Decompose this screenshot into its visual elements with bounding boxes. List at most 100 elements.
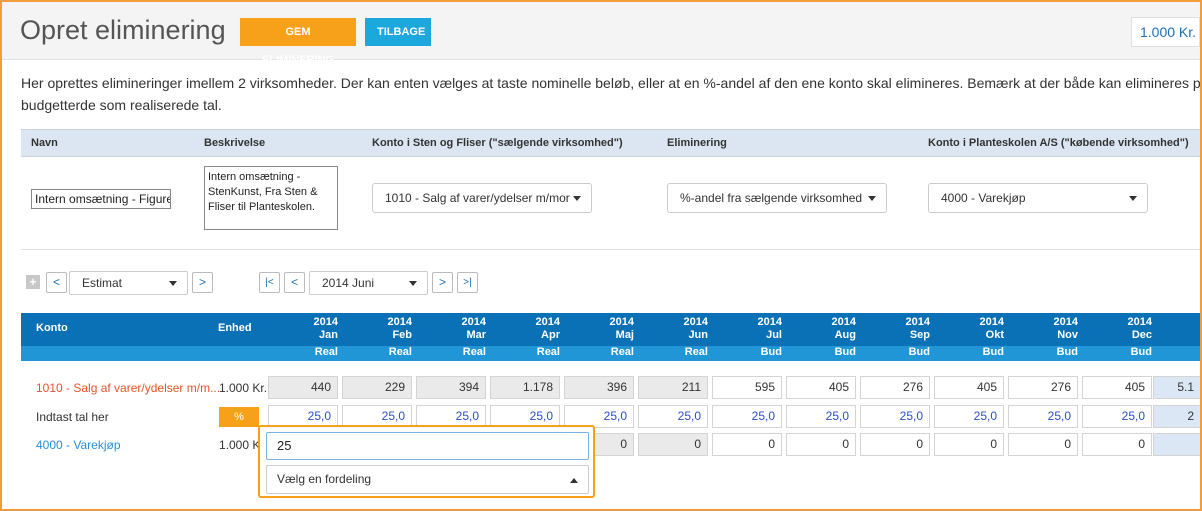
elimination-select[interactable]: %-andel fra sælgende virksomhed <box>667 183 887 213</box>
value-cell: 396 <box>564 376 634 399</box>
value-cell[interactable]: 0 <box>934 433 1004 456</box>
value-cell[interactable]: 25,0 <box>786 405 856 428</box>
period-value: 2014 Juni <box>322 276 375 290</box>
save-elimination-button[interactable]: GEM ELIMINERING <box>240 18 356 66</box>
period-prev-button[interactable]: < <box>284 272 305 293</box>
column-month: Nov <box>1057 329 1078 341</box>
column-type: Real <box>610 346 634 358</box>
distribution-select[interactable]: Vælg en fordeling <box>266 465 589 494</box>
value-cell[interactable] <box>1153 433 1200 456</box>
scenario-select[interactable]: Estimat <box>69 271 188 295</box>
value-cell[interactable]: 0 <box>786 433 856 456</box>
page-header: Opret eliminering GEM ELIMINERING TILBAG… <box>2 2 1200 66</box>
column-year: 2 <box>1153 316 1200 329</box>
column-year: 2014 <box>683 316 708 328</box>
value-cell[interactable]: 25,0 <box>1008 405 1078 428</box>
row-unit: 1.000 Kr. <box>219 381 268 395</box>
buyer-account-value: 4000 - Varekjøp <box>941 191 1026 205</box>
page-title: Opret eliminering <box>20 15 226 45</box>
column-year: 2014 <box>535 316 560 328</box>
popup-value-input[interactable]: 25 <box>266 432 589 460</box>
name-input[interactable]: Intern omsætning - Figurer <box>31 189 171 209</box>
column-type: Bud <box>982 346 1004 358</box>
value-cell[interactable]: 0 <box>1082 433 1152 456</box>
month-column-header: 2014 Jan Real <box>268 316 338 359</box>
chevron-down-icon <box>409 281 417 286</box>
month-column-header: 2014 Mar Real <box>416 316 486 359</box>
konto-column-header: Konto <box>36 322 68 334</box>
scenario-next-button[interactable]: > <box>192 272 213 293</box>
elimination-value: %-andel fra sælgende virksomhed <box>680 191 863 205</box>
value-cell[interactable]: 405 <box>786 376 856 399</box>
value-cell: 440 <box>268 376 338 399</box>
value-cell[interactable]: 276 <box>1008 376 1078 399</box>
period-next-button[interactable]: > <box>432 272 453 293</box>
month-column-header: 2014 Feb Real <box>342 316 412 359</box>
expand-plus-icon[interactable]: + <box>26 275 40 289</box>
month-column-header: 2014 Maj Real <box>564 316 634 359</box>
column-type: Bud <box>1130 346 1152 358</box>
seller-account-select[interactable]: 1010 - Salg af varer/ydelser m/mor <box>372 183 592 213</box>
seller-account-value: 1010 - Salg af varer/ydelser m/mor <box>385 191 570 205</box>
currency-unit-badge[interactable]: 1.000 Kr. <box>1131 17 1200 47</box>
month-column-header: 2S Est <box>1153 316 1200 359</box>
value-cell[interactable]: 0 <box>712 433 782 456</box>
column-year: 2014 <box>831 316 856 328</box>
row-account-link[interactable]: 4000 - Varekjøp <box>36 438 121 452</box>
column-month: Maj <box>615 329 634 341</box>
buyer-account-select[interactable]: 4000 - Varekjøp <box>928 183 1148 213</box>
column-year: 2014 <box>609 316 634 328</box>
month-column-header: 2014 Sep Bud <box>860 316 930 359</box>
value-entry-popup: 25 Vælg en fordeling <box>258 425 595 498</box>
column-month: Jun <box>688 329 708 341</box>
value-cell[interactable]: 25,0 <box>712 405 782 428</box>
distribution-value: Vælg en fordeling <box>277 472 372 486</box>
column-year: 2014 <box>1127 316 1152 328</box>
value-cell[interactable]: 405 <box>1082 376 1152 399</box>
period-last-button[interactable]: >| <box>457 272 478 293</box>
back-button[interactable]: TILBAGE <box>365 18 431 46</box>
month-column-header: 2014 Nov Bud <box>1008 316 1078 359</box>
column-year: 2014 <box>387 316 412 328</box>
value-cell[interactable]: 2 <box>1153 405 1200 428</box>
percent-unit-button[interactable]: % <box>219 407 259 427</box>
row-account-link[interactable]: 1010 - Salg af varer/ydelser m/m... <box>36 381 220 395</box>
description-textarea[interactable]: Intern omsætning - StenKunst, Fra Sten &… <box>204 166 338 230</box>
row-label: Indtast tal her <box>36 410 109 424</box>
value-cell[interactable]: 276 <box>860 376 930 399</box>
form-header-row: Navn Beskrivelse Konto i Sten og Fliser … <box>21 129 1200 157</box>
value-cell[interactable]: 25,0 <box>934 405 1004 428</box>
column-type: Real <box>536 346 560 358</box>
column-type: Bud <box>834 346 856 358</box>
intro-text: Her oprettes elimineringer imellem 2 vir… <box>21 75 1201 113</box>
value-cell[interactable]: 25,0 <box>638 405 708 428</box>
column-type: Real <box>684 346 708 358</box>
column-type: Est <box>1153 346 1200 359</box>
column-year: 2014 <box>313 316 338 328</box>
grid-header: Konto Enhed 2014 Jan Real 2014 Feb Real 2014 Ma… <box>21 313 1200 361</box>
column-month: Jul <box>766 329 782 341</box>
chevron-up-icon <box>570 478 578 483</box>
value-cell[interactable]: 5.1 <box>1153 376 1200 399</box>
chevron-down-icon <box>868 196 876 201</box>
column-month: Apr <box>541 329 560 341</box>
chevron-down-icon <box>1129 196 1137 201</box>
scenario-prev-button[interactable]: < <box>46 272 67 293</box>
column-month: Dec <box>1131 329 1152 341</box>
period-first-button[interactable]: |< <box>259 272 280 293</box>
value-cell[interactable]: 0 <box>638 433 708 456</box>
value-cell[interactable]: 0 <box>860 433 930 456</box>
value-cell: 211 <box>638 376 708 399</box>
value-cell[interactable]: 0 <box>1008 433 1078 456</box>
enhed-column-header: Enhed <box>218 322 252 334</box>
value-cell[interactable]: 595 <box>712 376 782 399</box>
header-description: Beskrivelse <box>204 137 266 149</box>
value-cell[interactable]: 25,0 <box>1082 405 1152 428</box>
header-elimination: Eliminering <box>667 137 727 149</box>
column-type: Real <box>388 346 412 358</box>
value-cell: 229 <box>342 376 412 399</box>
value-cell[interactable]: 25,0 <box>860 405 930 428</box>
period-select[interactable]: 2014 Juni <box>309 271 428 295</box>
value-cell[interactable]: 405 <box>934 376 1004 399</box>
column-month: Okt <box>985 329 1004 341</box>
